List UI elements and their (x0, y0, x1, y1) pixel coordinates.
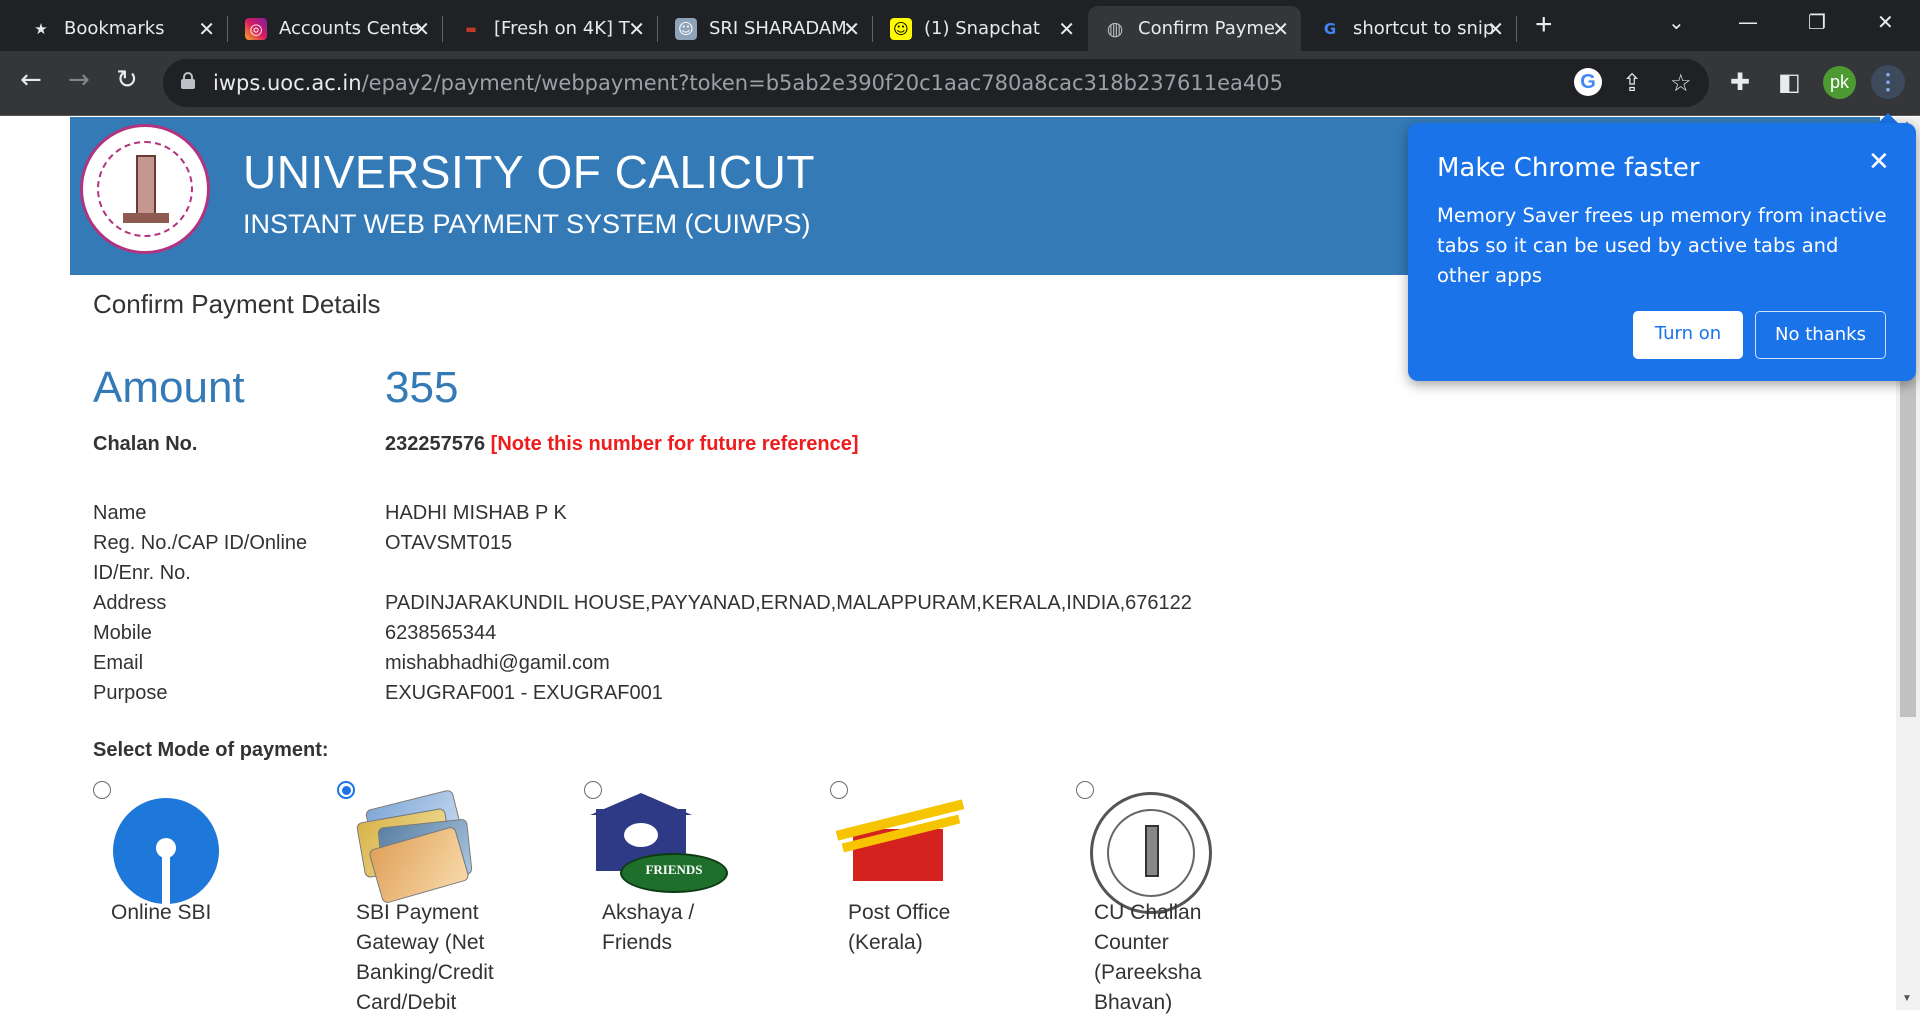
profile-avatar[interactable]: pk (1823, 66, 1856, 99)
tab-separator (1516, 16, 1517, 42)
label-akshaya-friends: Akshaya / Friends (602, 901, 695, 954)
reload-icon[interactable]: ↻ (116, 65, 138, 95)
tab-snapchat[interactable]: ☺ (1) Snapchat ✕ (874, 6, 1087, 51)
amount-label: Amount (93, 363, 245, 412)
credit-cards-icon[interactable] (350, 788, 480, 905)
tab-bookmarks[interactable]: ★ Bookmarks ✕ (14, 6, 228, 51)
google-lens-icon[interactable]: G (1574, 68, 1602, 96)
page-title: Confirm Payment Details (93, 289, 381, 319)
label-online-sbi: Online SBI (111, 901, 212, 924)
address-value: PADINJARAKUNDIL HOUSE,PAYYANAD,ERNAD,MAL… (385, 592, 1192, 614)
google-icon: G (1323, 19, 1337, 38)
minimize-icon[interactable]: — (1738, 10, 1758, 34)
popup-title: Make Chrome faster (1437, 153, 1700, 183)
address-bar[interactable]: iwps.uoc.ac.in/epay2/payment/webpayment?… (163, 59, 1709, 107)
chalan-note: [Note this number for future reference] (490, 433, 859, 455)
tab-fresh-4k[interactable]: ▬ [Fresh on 4K] T ✕ (444, 6, 658, 51)
radio-post-office[interactable] (830, 781, 848, 799)
sbi-logo[interactable] (113, 798, 219, 904)
close-icon[interactable]: ✕ (1058, 17, 1075, 41)
tab-accounts-center[interactable]: ◎ Accounts Cente ✕ (229, 6, 443, 51)
globe-icon: ◍ (1106, 17, 1124, 40)
close-icon[interactable]: ✕ (1487, 17, 1504, 41)
close-icon[interactable]: ✕ (628, 17, 645, 41)
extensions-icon[interactable]: ✚ (1730, 68, 1750, 97)
url-text[interactable]: iwps.uoc.ac.in/epay2/payment/webpayment?… (213, 71, 1283, 95)
tab-sri-sharadam[interactable]: ☺ SRI SHARADAM ✕ (659, 6, 873, 51)
label-post-office: Post Office (Kerala) (848, 901, 951, 954)
tab-title: [Fresh on 4K] T (494, 18, 630, 39)
close-window-icon[interactable]: ✕ (1877, 10, 1894, 34)
purpose-value: EXUGRAF001 - EXUGRAF001 (385, 682, 663, 704)
tab-title: Bookmarks (64, 18, 165, 39)
share-icon[interactable]: ⇪ (1622, 69, 1642, 98)
popup-body: Memory Saver frees up memory from inacti… (1437, 204, 1887, 287)
new-tab-button[interactable]: + (1535, 10, 1553, 40)
tab-separator (872, 16, 873, 42)
friends-logo[interactable]: FRIENDS (590, 793, 730, 903)
no-thanks-button[interactable]: No thanks (1755, 311, 1886, 359)
label-sbi-gateway: SBI Payment Gateway (Net Banking/Credit … (356, 901, 494, 1014)
tab-separator (227, 16, 228, 42)
close-icon[interactable]: ✕ (1272, 17, 1289, 41)
chalan-value: 232257576 (385, 433, 486, 455)
tab-confirm-payment[interactable]: ◍ Confirm Payme ✕ (1088, 6, 1301, 51)
mobile-label: Mobile (93, 622, 152, 644)
tab-strip: ★ Bookmarks ✕ ◎ Accounts Cente ✕ ▬ [Fres… (0, 0, 1920, 51)
scroll-down-icon[interactable]: ▼ (1902, 993, 1912, 1004)
bookmark-star-icon[interactable]: ☆ (1670, 69, 1692, 98)
forward-icon[interactable]: → (68, 65, 90, 95)
university-title: UNIVERSITY OF CALICUT (243, 146, 815, 198)
university-logo (80, 124, 210, 254)
snapchat-icon: ☺ (890, 17, 912, 40)
instagram-icon: ◎ (245, 17, 267, 40)
tab-title: (1) Snapchat (924, 18, 1040, 39)
mobile-value: 6238565344 (385, 622, 497, 644)
amount-value: 355 (385, 363, 459, 412)
email-label: Email (93, 652, 144, 674)
system-subtitle: INSTANT WEB PAYMENT SYSTEM (CUIWPS) (243, 209, 811, 239)
tab-title: shortcut to snip (1353, 18, 1493, 39)
star-icon: ★ (34, 19, 48, 38)
cu-seal-logo[interactable] (1090, 792, 1212, 914)
tab-separator (442, 16, 443, 42)
radio-cu-challan[interactable] (1076, 781, 1094, 799)
close-icon[interactable]: ✕ (413, 17, 430, 41)
close-icon[interactable]: ✕ (843, 17, 860, 41)
browser-toolbar: ← → ↻ iwps.uoc.ac.in/epay2/payment/webpa… (0, 51, 1920, 116)
photo-icon: ☺ (675, 17, 697, 40)
chalan-number: 232257576 [Note this number for future r… (385, 433, 859, 456)
purpose-label: Purpose (93, 682, 168, 704)
tab-title: Accounts Cente (279, 18, 419, 39)
address-label: Address (93, 592, 167, 614)
reg-value: OTAVSMT015 (385, 532, 513, 554)
youtube-icon: ▬ (465, 21, 477, 36)
name-label: Name (93, 502, 147, 524)
close-icon[interactable]: ✕ (1868, 147, 1890, 177)
restore-icon[interactable]: ❐ (1808, 10, 1826, 34)
close-icon[interactable]: ✕ (198, 17, 215, 41)
turn-on-button[interactable]: Turn on (1633, 311, 1743, 359)
memory-saver-popup: Make Chrome faster ✕ Memory Saver frees … (1408, 123, 1916, 381)
tab-title: SRI SHARADAM (709, 18, 847, 39)
payment-mode-heading: Select Mode of payment: (93, 739, 329, 761)
tab-title: Confirm Payme (1138, 18, 1276, 39)
name-value: HADHI MISHAB P K (385, 502, 567, 524)
radio-online-sbi[interactable] (93, 781, 111, 799)
email-value: mishabhadhi@gamil.com (385, 652, 610, 674)
lock-icon[interactable] (181, 72, 195, 89)
reg-label: Reg. No./CAP ID/Online ID/Enr. No. (93, 532, 308, 584)
back-icon[interactable]: ← (20, 65, 42, 95)
tab-shortcut-to-snip[interactable]: G shortcut to snip ✕ (1303, 6, 1517, 51)
chalan-label: Chalan No. (93, 433, 198, 455)
label-cu-challan: CU Challan Counter (Pareeksha Bhavan) (1094, 901, 1202, 1014)
chrome-menu-icon[interactable]: ⋮ (1871, 65, 1905, 99)
india-post-logo[interactable] (835, 799, 975, 897)
tab-search-icon[interactable]: ⌄ (1668, 10, 1685, 34)
side-panel-icon[interactable]: ◧ (1778, 68, 1801, 97)
tab-separator (657, 16, 658, 42)
